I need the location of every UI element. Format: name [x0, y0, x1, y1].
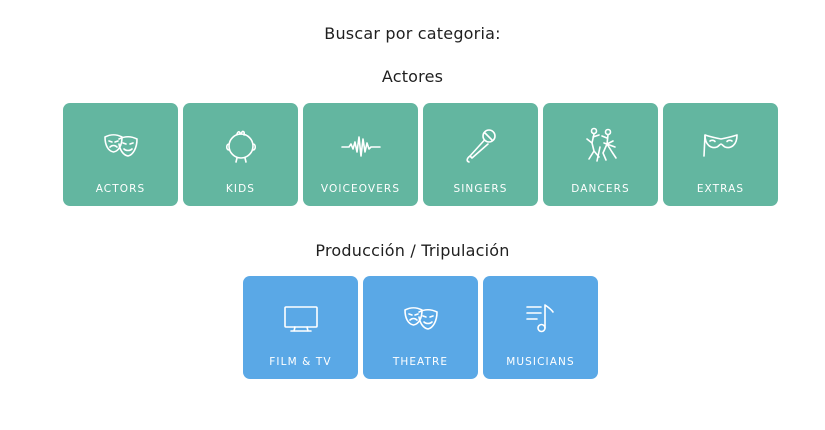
masquerade-mask-icon	[701, 125, 741, 165]
category-label: ACTORS	[95, 183, 146, 195]
sound-wave-icon	[340, 125, 381, 165]
page-title: Buscar por categoria:	[324, 24, 501, 43]
category-label: FILM & TV	[269, 356, 332, 368]
category-label: VOICEOVERS	[320, 183, 401, 195]
category-label: MUSICIANS	[506, 356, 575, 368]
category-tile-singers[interactable]: SINGERS	[423, 103, 538, 206]
category-tile-dancers[interactable]: DANCERS	[543, 103, 658, 206]
category-label: EXTRAS	[696, 183, 745, 195]
tv-icon	[281, 298, 321, 338]
category-tile-theatre[interactable]: THEATRE	[363, 276, 478, 379]
child-face-icon	[221, 125, 261, 165]
music-list-icon	[521, 298, 561, 338]
actors-section-heading: Actores	[381, 67, 444, 86]
category-tile-actors[interactable]: ACTORS	[63, 103, 178, 206]
dancers-icon	[581, 125, 621, 165]
crew-section-heading: Producción / Tripulación	[315, 241, 510, 260]
category-tile-musicians[interactable]: MUSICIANS	[483, 276, 598, 379]
category-tile-voiceovers[interactable]: VOICEOVERS	[303, 103, 418, 206]
theater-masks-icon	[101, 125, 141, 165]
category-tile-film-tv[interactable]: FILM & TV	[243, 276, 358, 379]
category-label: KIDS	[225, 183, 256, 195]
category-label: THEATRE	[392, 356, 449, 368]
theater-masks-icon	[401, 298, 441, 338]
crew-category-grid: FILM & TV THEATRE MUSICIANS	[243, 276, 598, 379]
category-label: SINGERS	[453, 183, 508, 195]
category-tile-kids[interactable]: KIDS	[183, 103, 298, 206]
microphone-icon	[461, 125, 501, 165]
category-tile-extras[interactable]: EXTRAS	[663, 103, 778, 206]
actors-category-grid: ACTORS KIDS VOICEOVERS SINGERS DANCERS E…	[63, 103, 778, 206]
category-label: DANCERS	[571, 183, 630, 195]
